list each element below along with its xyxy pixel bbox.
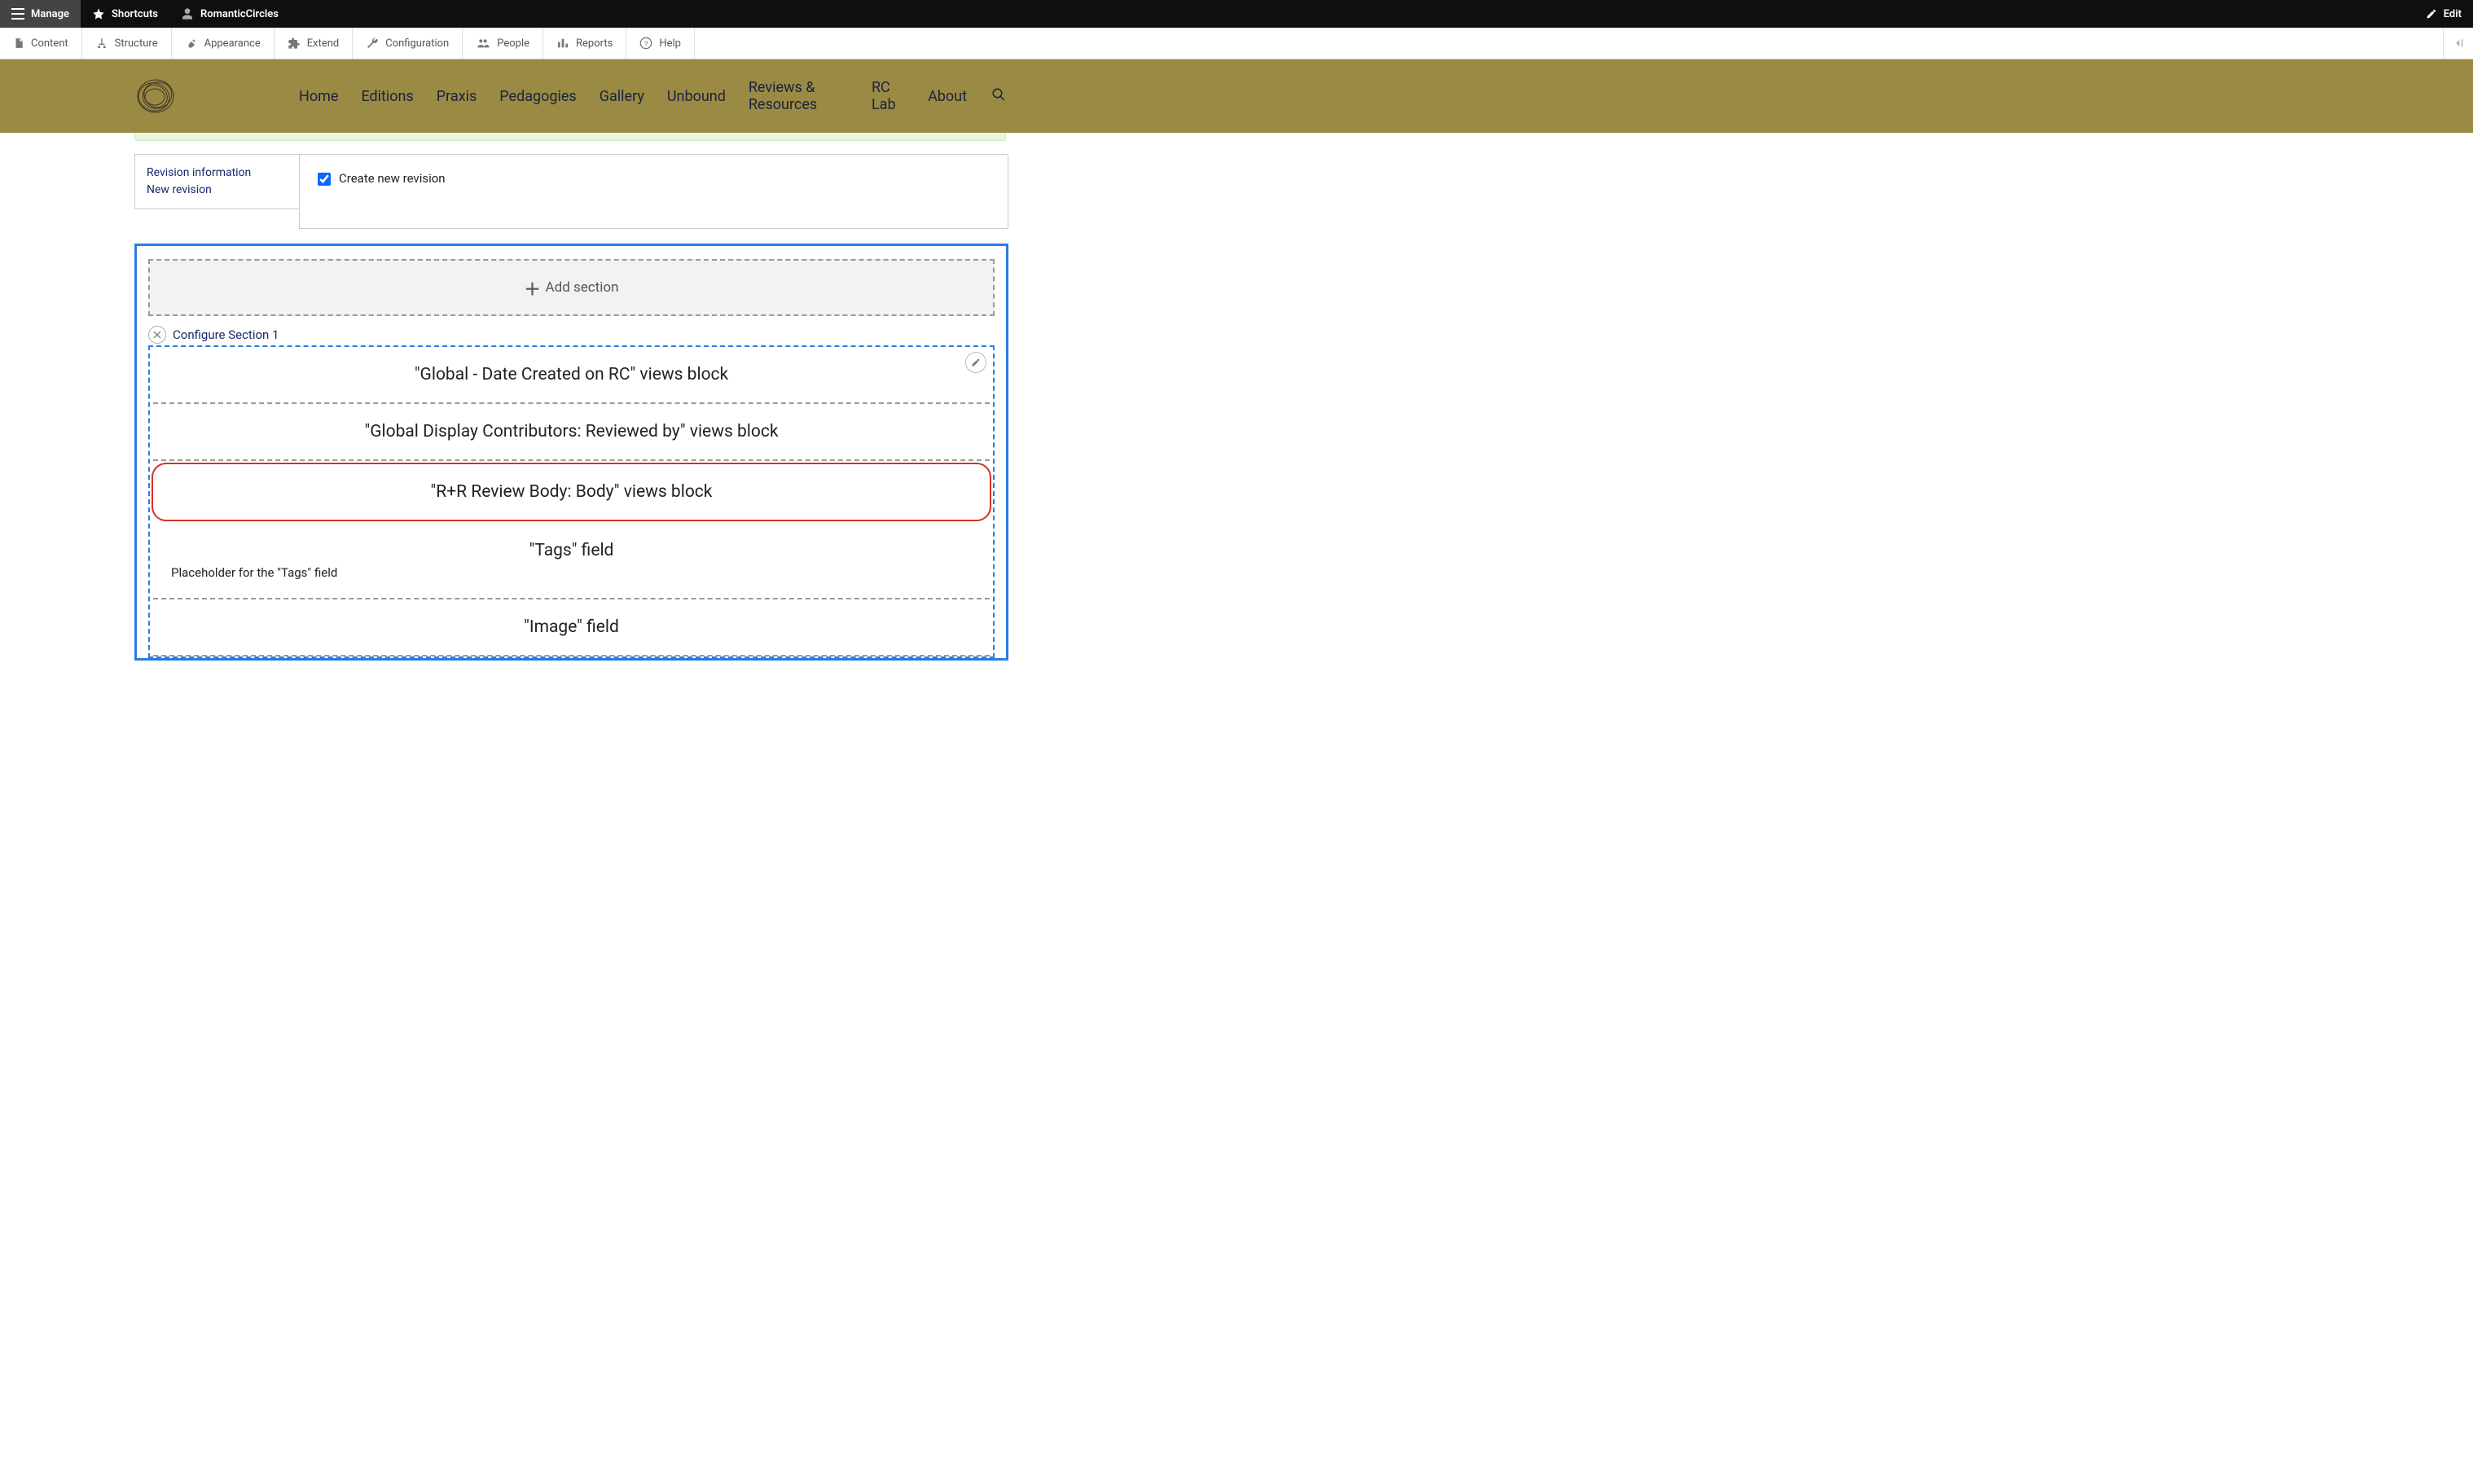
- block-label: "Global Display Contributors: Reviewed b…: [364, 422, 778, 441]
- help-label: Help: [659, 37, 681, 50]
- block-review-body[interactable]: "R+R Review Body: Body" views block: [152, 463, 991, 521]
- pencil-icon: [2426, 8, 2437, 20]
- structure-button[interactable]: Structure: [82, 28, 172, 59]
- user-label: RomanticCircles: [200, 8, 279, 20]
- revision-tab-title: Revision information: [147, 165, 288, 182]
- manage-button[interactable]: Manage: [0, 0, 81, 28]
- section-header: Configure Section 1: [148, 326, 995, 344]
- star-icon: [92, 7, 105, 20]
- doc-icon: [13, 37, 24, 50]
- shortcuts-label: Shortcuts: [112, 8, 158, 20]
- content-label: Content: [31, 37, 68, 50]
- nav-pedagogies[interactable]: Pedagogies: [499, 88, 576, 105]
- reports-button[interactable]: Reports: [543, 28, 626, 59]
- block-label: "Tags" field: [529, 541, 614, 560]
- person-icon: [181, 7, 194, 20]
- nav-unbound[interactable]: Unbound: [667, 88, 726, 105]
- block-contributors[interactable]: "Global Display Contributors: Reviewed b…: [153, 404, 990, 461]
- message-region-remnant: [134, 133, 1006, 141]
- toggle-orientation[interactable]: [2443, 28, 2473, 59]
- reports-label: Reports: [576, 37, 613, 50]
- nav-reviews[interactable]: Reviews & Resources: [749, 79, 849, 113]
- block-image[interactable]: "Image" field: [153, 599, 990, 656]
- scribble-logo-icon: [134, 77, 177, 116]
- admin-toolbar-sub: Content Structure Appearance Extend Conf…: [0, 28, 2473, 59]
- nav-home[interactable]: Home: [299, 88, 338, 105]
- configuration-button[interactable]: Configuration: [353, 28, 463, 59]
- extend-button[interactable]: Extend: [275, 28, 354, 59]
- people-icon: [476, 37, 490, 50]
- paint-icon: [185, 37, 198, 50]
- plus-icon: ＋: [525, 276, 541, 300]
- revision-tab-sub: New revision: [147, 182, 288, 199]
- configuration-label: Configuration: [385, 37, 449, 50]
- create-revision-checkbox[interactable]: [318, 173, 331, 186]
- site-logo[interactable]: [134, 74, 177, 119]
- wrench-icon: [366, 37, 379, 50]
- create-revision-label: Create new revision: [339, 171, 446, 186]
- nav-about[interactable]: About: [928, 88, 967, 105]
- block-label: "R+R Review Body: Body" views block: [431, 482, 713, 502]
- content-button[interactable]: Content: [0, 28, 82, 59]
- revision-tab-body: Create new revision: [299, 154, 1008, 229]
- close-icon: [153, 331, 161, 339]
- section-1: "Global - Date Created on RC" views bloc…: [148, 345, 995, 658]
- block-date-created[interactable]: "Global - Date Created on RC" views bloc…: [153, 347, 990, 404]
- search-icon: [991, 87, 1006, 102]
- add-section-button[interactable]: ＋ Add section: [148, 259, 995, 316]
- admin-toolbar-top: Manage Shortcuts RomanticCircles Edit: [0, 0, 2473, 28]
- remove-section-button[interactable]: [148, 326, 166, 344]
- block-placeholder: Placeholder for the "Tags" field: [161, 565, 982, 580]
- user-menu[interactable]: RomanticCircles: [169, 0, 290, 28]
- structure-label: Structure: [115, 37, 158, 50]
- shortcuts-button[interactable]: Shortcuts: [81, 0, 169, 28]
- nav-praxis[interactable]: Praxis: [437, 88, 477, 105]
- appearance-label: Appearance: [204, 37, 261, 50]
- revision-info-panel: Revision information New revision Create…: [134, 154, 1008, 229]
- site-header: Home Editions Praxis Pedagogies Gallery …: [0, 59, 2473, 133]
- edit-label: Edit: [2444, 8, 2462, 20]
- add-section-label: Add section: [546, 279, 619, 296]
- arrow-left-icon: [2452, 37, 2465, 50]
- appearance-button[interactable]: Appearance: [172, 28, 275, 59]
- toolbar-spacer: [290, 0, 2414, 28]
- nav-editions[interactable]: Editions: [361, 88, 413, 105]
- layout-builder: ＋ Add section Configure Section 1 "Globa…: [134, 244, 1008, 661]
- bars-icon: [556, 37, 569, 50]
- sub-spacer: [695, 28, 2443, 59]
- hierarchy-icon: [95, 37, 108, 50]
- extend-label: Extend: [307, 37, 340, 50]
- manage-label: Manage: [31, 8, 69, 20]
- people-label: People: [497, 37, 529, 50]
- puzzle-icon: [288, 37, 301, 50]
- nav-gallery[interactable]: Gallery: [600, 88, 644, 105]
- block-label: "Global - Date Created on RC" views bloc…: [415, 365, 728, 384]
- help-button[interactable]: ? Help: [626, 28, 695, 59]
- svg-text:?: ?: [644, 39, 648, 47]
- block-tags[interactable]: "Tags" field Placeholder for the "Tags" …: [153, 523, 990, 599]
- nav-rclab[interactable]: RC Lab: [872, 79, 905, 113]
- revision-tab[interactable]: Revision information New revision: [134, 154, 299, 209]
- edit-button[interactable]: Edit: [2414, 0, 2473, 28]
- hamburger-icon: [11, 8, 24, 20]
- configure-section-link[interactable]: Configure Section 1: [173, 327, 279, 342]
- people-button[interactable]: People: [463, 28, 543, 59]
- primary-nav: Home Editions Praxis Pedagogies Gallery …: [299, 79, 1006, 113]
- block-label: "Image" field: [524, 617, 619, 637]
- nav-search[interactable]: [991, 87, 1006, 106]
- page-content: Revision information New revision Create…: [134, 141, 1008, 661]
- help-icon: ?: [639, 37, 652, 50]
